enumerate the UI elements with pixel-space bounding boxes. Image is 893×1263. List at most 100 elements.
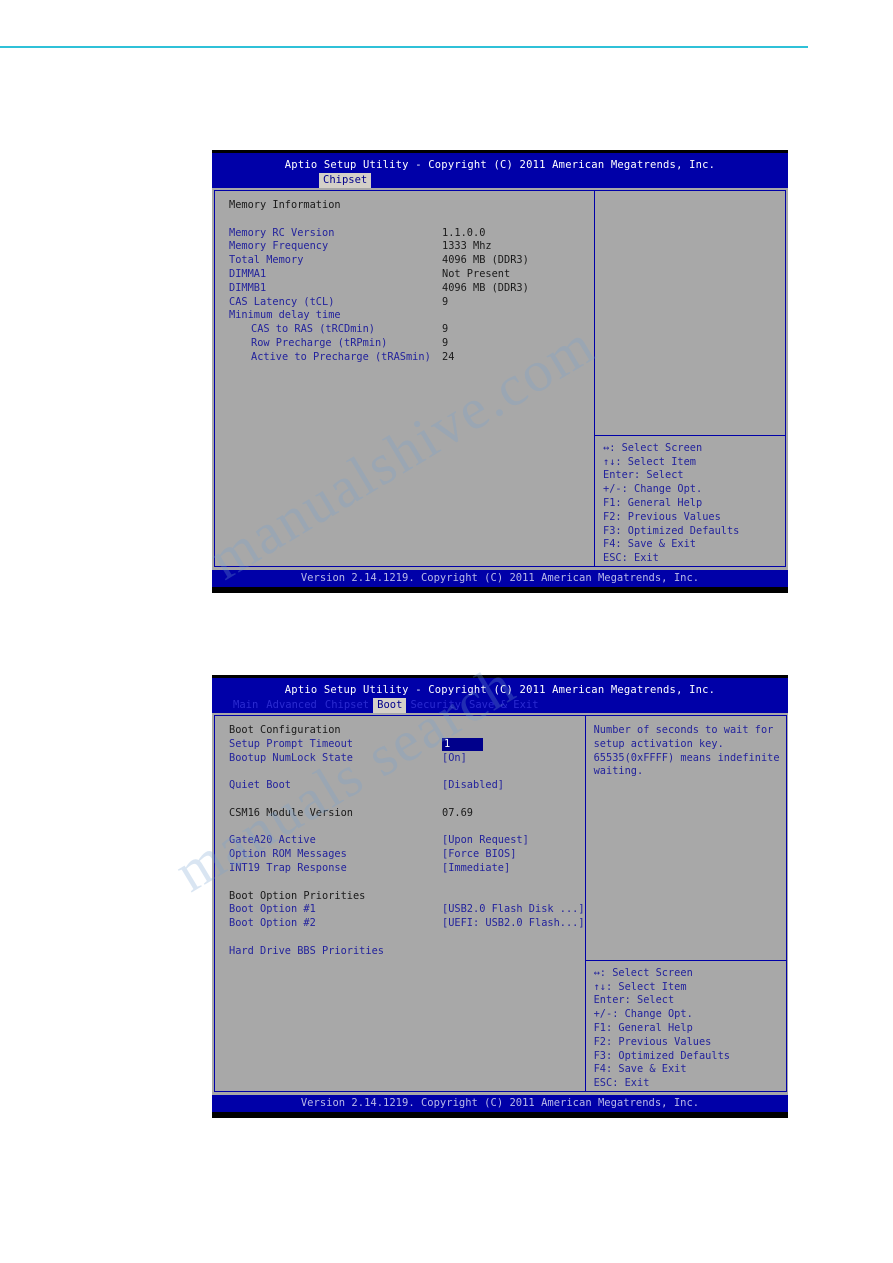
setting-row[interactable]: CAS to RAS (tRCDmin) 9 [229,323,594,337]
bios-body-chipset: Memory Information Memory RC Version 1.1.0… [212,188,788,570]
section-header: Memory Information [229,199,594,213]
page-header-rule [0,46,808,48]
setting-row[interactable]: Memory Frequency 1333 Mhz [229,240,594,254]
legend-line: ↑↓: Select Item [603,455,696,468]
setting-label: Bootup NumLock State [229,751,353,764]
row-spacer [229,821,585,835]
legend-line: ↑↓: Select Item [593,980,687,993]
setting-value: 9 [442,295,449,308]
tab-save-exit[interactable]: Save & Exit [465,698,543,713]
setting-row[interactable]: Total Memory 4096 MB (DDR3) [229,254,594,268]
setting-row[interactable]: Option ROM Messages [Force BIOS] [229,848,585,862]
setting-label: CAS to RAS (tRCDmin) [251,323,375,336]
bios-menubar-boot: Main Advanced Chipset Boot Security Save & Ex… [212,698,788,713]
setting-row[interactable]: Active to Precharge (tRASmin) 24 [229,351,594,365]
setting-row[interactable]: DIMMA1 Not Present [229,268,594,282]
setting-label: GateA20 Active [229,834,316,847]
setting-row[interactable]: Row Precharge (tRPmin) 9 [229,337,594,351]
setting-value[interactable]: [Disabled] [442,779,504,793]
setting-row[interactable]: Quiet Boot [Disabled] [229,779,585,793]
tab-chipset[interactable]: Chipset [321,698,373,713]
setting-value: 1333 Mhz [442,240,492,253]
tab-chipset[interactable]: Chipset [319,173,372,188]
setting-row[interactable]: DIMMB1 4096 MB (DDR3) [229,282,594,296]
setting-value: 4096 MB (DDR3) [442,254,529,267]
legend-line: ESC: Exit [603,552,659,565]
setting-row[interactable]: Boot Option #1 [USB2.0 Flash Disk ...] [229,903,585,917]
key-legend-chipset: ↔: Select Screen ↑↓: Select Item Enter: Se… [595,434,785,566]
setting-row[interactable]: Memory RC Version 1.1.0.0 [229,227,594,241]
setting-label: Total Memory [229,254,304,267]
setting-row[interactable]: INT19 Trap Response [Immediate] [229,862,585,876]
setting-label: Memory Frequency [229,240,329,253]
setting-label: INT19 Trap Response [229,861,347,874]
help-spacer-chipset [595,199,785,435]
legend-line: Enter: Select [593,994,675,1007]
row-spacer [229,213,594,227]
setting-row[interactable]: CSM16 Module Version 07.69 [229,807,585,821]
key-legend-boot: ↔: Select Screen ↑↓: Select Item Enter: Se… [585,959,786,1091]
bios-title-boot: Aptio Setup Utility - Copyright (C) 2011… [212,678,788,698]
bios-menubar-chipset: Chipset [212,173,788,188]
setting-value: 9 [442,336,449,349]
setting-row[interactable]: Setup Prompt Timeout 1 [229,737,585,752]
legend-line: ↔: Select Screen [593,966,693,979]
settings-pane-boot: Boot Configuration Setup Prompt Timeout 1 B… [214,715,586,1092]
setting-value[interactable]: [Force BIOS] [442,848,516,862]
setting-label: Boot Option Priorities [229,889,366,902]
setting-label: Active to Precharge (tRASmin) [251,350,431,363]
setting-row[interactable]: GateA20 Active [Upon Request] [229,834,585,848]
setting-value: Not Present [442,267,511,280]
setting-label: CAS Latency (tCL) [229,295,335,308]
tab-main[interactable]: Main [229,698,262,713]
help-text-boot: Number of seconds to wait for setup activ… [586,716,786,779]
legend-line: F1: General Help [603,497,703,510]
legend-line: F4: Save & Exit [603,538,696,551]
legend-line: ↔: Select Screen [603,441,703,454]
help-line: Number of seconds to wait for [593,724,774,736]
bios-footer-chipset: Version 2.14.1219. Copyright (C) 2011 Am… [212,570,788,587]
tab-boot[interactable]: Boot [373,698,407,713]
setting-value: 4096 MB (DDR3) [442,281,529,294]
help-text-chipset [595,191,785,199]
setting-label: Row Precharge (tRPmin) [251,336,388,349]
setting-label: Quiet Boot [229,779,291,792]
setting-value: 24 [442,350,455,363]
setting-label: Memory Information [229,199,341,211]
setting-row[interactable]: Hard Drive BBS Priorities [229,945,585,959]
bios-title-chipset: Aptio Setup Utility - Copyright (C) 2011… [212,153,788,173]
row-spacer [229,765,585,779]
setting-value[interactable]: [Upon Request] [442,834,529,848]
setting-row[interactable]: Boot Option #2 [UEFI: USB2.0 Flash...] [229,917,585,931]
help-spacer-boot [586,779,786,960]
help-line: waiting. [593,765,644,778]
row-spacer [229,876,585,890]
setting-row[interactable]: Minimum delay time [229,309,594,323]
legend-line: +/-: Change Opt. [603,483,703,496]
setting-label: Boot Configuration [229,724,341,736]
tab-advanced[interactable]: Advanced [262,698,321,713]
section-header: Boot Option Priorities [229,890,585,904]
legend-line: F3: Optimized Defaults [603,524,740,537]
setting-value: 1.1.0.0 [442,226,486,239]
setting-value-selected[interactable]: 1 [442,737,483,751]
settings-pane-chipset: Memory Information Memory RC Version 1.1.0… [214,190,595,567]
setting-row[interactable]: CAS Latency (tCL) 9 [229,296,594,310]
setting-value[interactable]: [USB2.0 Flash Disk ...] [442,903,585,917]
setting-label: Option ROM Messages [229,848,347,861]
help-pane-chipset: ↔: Select Screen ↑↓: Select Item Enter: Se… [595,190,786,567]
tab-security[interactable]: Security [406,698,465,713]
legend-line: F1: General Help [593,1022,693,1035]
setting-label: Minimum delay time [229,309,341,322]
row-spacer [229,793,585,807]
setting-value[interactable]: [On] [442,752,467,766]
bios-footer-pad-boot [212,1112,788,1118]
setting-value[interactable]: [Immediate] [442,862,510,876]
legend-line: Enter: Select [603,469,684,482]
setting-value[interactable]: [UEFI: USB2.0 Flash...] [442,917,585,931]
help-pane-boot: Number of seconds to wait for setup activ… [585,715,787,1092]
setting-row[interactable]: Bootup NumLock State [On] [229,752,585,766]
legend-line: F4: Save & Exit [593,1063,687,1076]
bios-body-boot: Boot Configuration Setup Prompt Timeout 1 B… [212,713,788,1095]
bios-screenshot-boot: Aptio Setup Utility - Copyright (C) 2011… [212,675,788,1118]
